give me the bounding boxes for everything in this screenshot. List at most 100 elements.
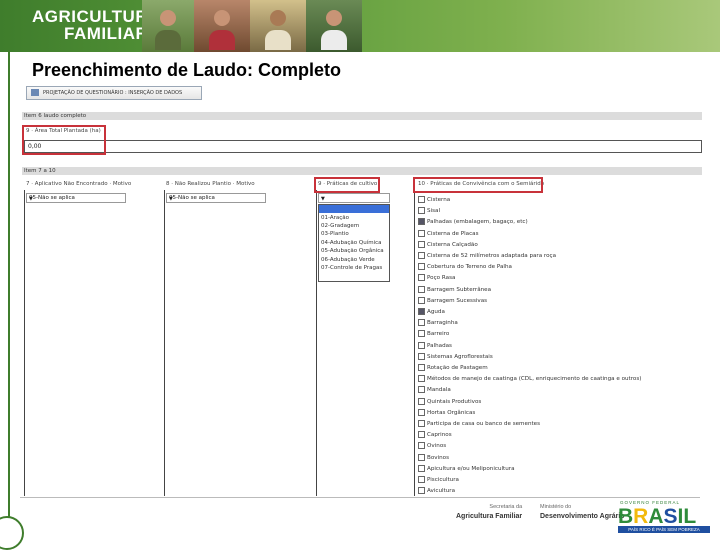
convivencia-checkbox-item[interactable]: Ovinos	[418, 442, 447, 450]
dropdown-option[interactable]: 04-Adubação Química	[321, 240, 382, 246]
section-title: Item 6 laudo completo	[24, 113, 87, 119]
convivencia-checkbox-item[interactable]: Palhadas (embalagem, bagaço, etc)	[418, 218, 528, 226]
convivencia-checkbox-item[interactable]: Quintais Produtivos	[418, 397, 481, 405]
convivencia-checkbox-item[interactable]: Métodos de manejo de caatinga (CDL, enri…	[418, 375, 641, 383]
checkbox-icon[interactable]	[418, 476, 425, 483]
checkbox-label: Sistemas Agroflorestais	[427, 353, 493, 360]
slide-title: Preenchimento de Laudo: Completo	[32, 60, 342, 80]
checkbox-icon[interactable]	[418, 464, 425, 472]
convivencia-checkbox-item[interactable]: Sistemas Agroflorestais	[418, 352, 493, 360]
checkbox-label: Cisterna de Placas	[427, 230, 479, 237]
convivencia-checkbox-item[interactable]: Piscicultura	[418, 476, 459, 483]
banner-photo-3	[250, 0, 306, 52]
checkbox-icon[interactable]	[418, 285, 425, 293]
convivencia-checkbox-item[interactable]: Barreiro	[418, 330, 449, 338]
checkbox-label: Participa de casa ou banco de sementes	[427, 421, 541, 427]
chevron-down-icon: ▼	[321, 196, 325, 202]
checkbox-label: Barragem Sucessivas	[427, 297, 488, 304]
checkbox-icon[interactable]	[418, 207, 425, 215]
secretaria-line2: Agricultura Familiar	[456, 513, 523, 520]
area-total-input[interactable]: 0,00	[24, 140, 702, 153]
dropdown-option[interactable]: 03-Plantio	[321, 231, 349, 237]
convivencia-checkbox-item[interactable]: Bovinos	[418, 453, 449, 461]
col7-label: 7 · Aplicativo Não Encontrado · Motivo	[26, 181, 132, 187]
checkbox-label: Ovinos	[427, 443, 447, 450]
convivencia-checkbox-item[interactable]: Cobertura do Terreno de Palha	[418, 263, 512, 271]
checkbox-label: Barraginha	[427, 320, 458, 327]
convivencia-checkbox-item[interactable]: Avicultura	[418, 487, 456, 495]
checkbox-icon[interactable]	[418, 296, 425, 304]
checkbox-label: Apicultura e/ou Meliponicultura	[427, 465, 515, 472]
checkbox-icon[interactable]	[418, 352, 425, 360]
dropdown-option[interactable]: 05-Adubação Orgânica	[321, 248, 384, 254]
column-divider	[164, 190, 165, 496]
ministerio-logo: Ministério do Desenvolvimento Agrário	[540, 503, 625, 521]
checkbox-icon[interactable]	[418, 330, 425, 338]
form-tab[interactable]: PROJETAÇÃO DE QUESTIONÁRIO : INSERÇÃO DE…	[26, 86, 202, 100]
convivencia-checkbox-item[interactable]: Hortas Orgânicas	[418, 408, 475, 416]
checkbox-label: Palhadas (embalagem, bagaço, etc)	[427, 219, 528, 226]
checkbox-icon[interactable]	[418, 341, 425, 349]
col9-select[interactable]: - ▼	[318, 193, 390, 203]
checkbox-icon[interactable]	[418, 364, 425, 371]
col8-select[interactable]: 05-Não se aplica ▼	[166, 193, 266, 203]
checkbox-label: Avicultura	[427, 488, 456, 495]
convivencia-checkbox-item[interactable]: Poço Rasa	[418, 274, 456, 282]
dropdown-option[interactable]: 06-Adubação Verde	[321, 257, 375, 263]
checkbox-icon[interactable]	[418, 397, 425, 405]
secretaria-line1: Secretaria da	[489, 504, 523, 510]
checkbox-icon[interactable]	[418, 319, 425, 327]
checkbox-icon[interactable]	[418, 431, 425, 439]
checkbox-icon[interactable]	[418, 453, 425, 461]
convivencia-checkbox-item[interactable]: Barragem Subterrânea	[418, 285, 491, 293]
convivencia-checkbox-item[interactable]: Aguda	[418, 308, 445, 315]
convivencia-checkbox-item[interactable]: Apicultura e/ou Meliponicultura	[418, 464, 515, 472]
checkbox-label: Piscicultura	[427, 477, 459, 483]
checkbox-checked-icon[interactable]	[418, 308, 425, 315]
checkbox-icon[interactable]	[418, 229, 425, 237]
checkbox-label: Poço Rasa	[427, 275, 456, 282]
highlight-praticas-cultivo	[314, 177, 380, 193]
checkbox-icon[interactable]	[418, 386, 425, 394]
convivencia-checkbox-item[interactable]: Rotação de Pastagem	[418, 364, 488, 371]
highlight-convivencia	[413, 177, 543, 193]
checkbox-icon[interactable]	[418, 274, 425, 282]
convivencia-checkbox-item[interactable]: Cisterna Calçadão	[418, 240, 478, 248]
footer-divider	[20, 497, 700, 498]
checkbox-checked-icon[interactable]	[418, 218, 425, 226]
convivencia-checkbox-item[interactable]: Barraginha	[418, 319, 458, 327]
checkbox-icon[interactable]	[418, 375, 425, 383]
checkbox-icon[interactable]	[418, 196, 425, 203]
convivencia-checkbox-item[interactable]: Caprinos	[418, 431, 452, 439]
checkbox-label: Aguda	[427, 309, 445, 315]
checkbox-icon[interactable]	[418, 420, 425, 427]
highlight-area-total	[22, 125, 106, 155]
checkbox-icon[interactable]	[418, 263, 425, 271]
checkbox-label: Sisal	[427, 208, 441, 215]
dropdown-option[interactable]: 02-Gradagem	[321, 223, 359, 229]
column-divider	[414, 190, 415, 496]
checkbox-label: Cisterna de 52 milímetros adaptada para …	[427, 253, 557, 259]
frame-corner	[0, 516, 24, 550]
dropdown-option[interactable]: 07-Controle de Pragas	[321, 265, 382, 271]
checkbox-icon[interactable]	[418, 408, 425, 416]
convivencia-checkbox-item[interactable]: Palhadas	[418, 341, 452, 349]
convivencia-checkbox-item[interactable]: Mandala	[418, 386, 451, 394]
col9-dropdown-list[interactable]: 01-Aração 02-Gradagem 03-Plantio 04-Adub…	[318, 204, 390, 282]
checkbox-icon[interactable]	[418, 252, 425, 259]
checkbox-label: Mandala	[427, 387, 451, 394]
convivencia-checkbox-item[interactable]: Cisterna de Placas	[418, 229, 479, 237]
convivencia-checkbox-item[interactable]: Cisterna de 52 milímetros adaptada para …	[418, 252, 556, 259]
convivencia-checkbox-item[interactable]: Sisal	[418, 207, 441, 215]
convivencia-checkbox-item[interactable]: Cisterna	[418, 196, 450, 203]
convivencia-checkbox-item[interactable]: Participa de casa ou banco de sementes	[418, 420, 540, 427]
col7-select[interactable]: 05-Não se aplica ▼	[26, 193, 126, 203]
checkbox-icon[interactable]	[418, 487, 425, 495]
checkbox-label: Cobertura do Terreno de Palha	[427, 264, 512, 271]
convivencia-checkbox-item[interactable]: Barragem Sucessivas	[418, 296, 488, 304]
checkbox-icon[interactable]	[418, 240, 425, 248]
section-header-item7-10: Item 7 a 10	[22, 167, 702, 175]
dropdown-option[interactable]: 01-Aração	[321, 215, 349, 221]
left-frame-line	[8, 52, 10, 522]
checkbox-icon[interactable]	[418, 442, 425, 450]
